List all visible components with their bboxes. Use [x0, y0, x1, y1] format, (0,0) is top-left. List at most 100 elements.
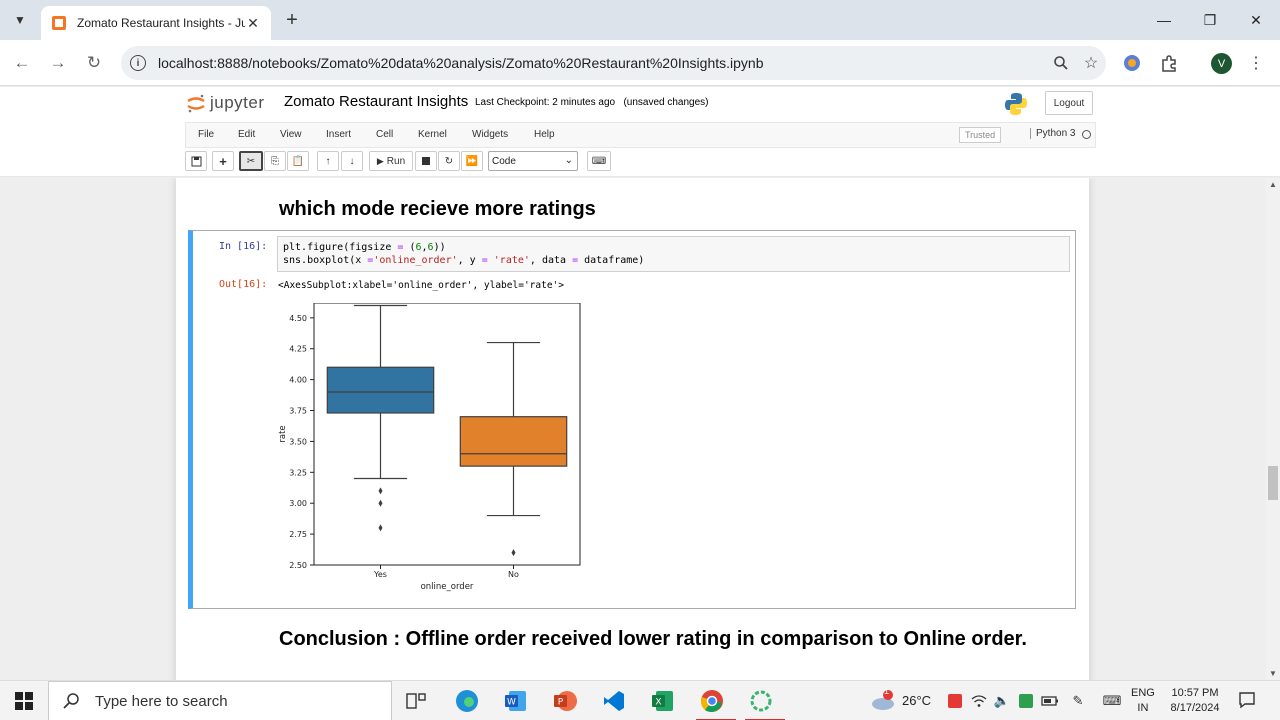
notification-center-icon[interactable]: [1238, 691, 1256, 709]
menubar: File Edit View Insert Cell Kernel Widget…: [185, 122, 1096, 148]
scroll-down-arrow-icon[interactable]: ▼: [1269, 669, 1277, 678]
logout-button[interactable]: Logout: [1045, 91, 1093, 115]
cell-type-select[interactable]: Code ⌄: [488, 151, 578, 171]
edge-browser-icon[interactable]: [451, 685, 483, 717]
code-line-1: plt.figure(figsize = (6,6)): [283, 241, 1064, 254]
antivirus-tray-icon[interactable]: [946, 692, 964, 710]
menu-widgets[interactable]: Widgets: [472, 129, 508, 140]
pen-icon[interactable]: ✎: [1069, 692, 1087, 710]
menu-help[interactable]: Help: [534, 129, 555, 140]
play-icon: ▶: [376, 155, 384, 166]
omnibox[interactable]: i localhost:8888/notebooks/Zomato%20data…: [121, 46, 1106, 80]
restore-window-icon[interactable]: ❐: [1187, 0, 1233, 40]
search-icon: [63, 693, 79, 709]
back-arrow-icon[interactable]: ←: [8, 49, 36, 77]
url-text[interactable]: localhost:8888/notebooks/Zomato%20data%2…: [158, 55, 1046, 71]
minimize-window-icon[interactable]: —: [1141, 0, 1187, 40]
y-tick-label: 4.50: [289, 314, 307, 323]
code-token: (: [403, 242, 416, 253]
input-prompt: In [16]:: [219, 241, 268, 252]
site-info-icon[interactable]: i: [130, 55, 146, 71]
tab-search-chevron-icon[interactable]: ▼: [6, 6, 34, 34]
save-button[interactable]: [185, 151, 207, 171]
menu-edit[interactable]: Edit: [238, 129, 255, 140]
run-button[interactable]: ▶ Run: [369, 151, 413, 171]
volume-icon[interactable]: 🔈: [993, 692, 1011, 710]
boxplot-figure: 2.50 2.75 3.00 3.25 3.50 3.75 4.00 4.25 4.50 Yes N…: [278, 303, 581, 592]
jupyter-logo[interactable]: jupyter: [186, 93, 265, 113]
clock[interactable]: 10:57 PM 8/17/2024: [1168, 686, 1222, 716]
new-tab-icon[interactable]: +: [280, 8, 304, 32]
restart-kernel-button[interactable]: ↻: [438, 151, 460, 171]
copy-icon: ⎘: [271, 155, 279, 167]
menu-file[interactable]: File: [198, 129, 214, 140]
y-tick-label: 3.50: [289, 437, 307, 446]
copy-cells-button[interactable]: ⎘: [264, 151, 286, 171]
notebook-scroll-area[interactable]: which mode recieve more ratings In [16]:…: [0, 178, 1266, 680]
interrupt-kernel-button[interactable]: [415, 151, 437, 171]
jupyter-favicon-icon: [52, 16, 66, 30]
clock-time: 10:57 PM: [1171, 687, 1219, 699]
forward-arrow-icon[interactable]: →: [44, 49, 72, 77]
browser-menu-kebab-icon[interactable]: ⋮: [1244, 51, 1268, 75]
weather-badge: 1: [884, 686, 890, 696]
windows-start-icon[interactable]: [15, 692, 33, 710]
markdown-heading-ratings: which mode recieve more ratings: [279, 198, 596, 220]
search-placeholder: Type here to search: [95, 692, 228, 710]
y-axis-label: rate: [278, 425, 288, 442]
code-editor[interactable]: plt.figure(figsize = (6,6)) sns.boxplot(…: [277, 236, 1070, 272]
trusted-badge[interactable]: Trusted: [959, 127, 1002, 143]
excel-icon[interactable]: X: [647, 685, 679, 717]
profile-avatar[interactable]: V: [1211, 53, 1232, 74]
reload-icon[interactable]: ↻: [80, 49, 108, 77]
fast-forward-icon: ⏩: [465, 155, 479, 167]
menu-view[interactable]: View: [280, 129, 302, 140]
scrollbar-thumb[interactable]: [1268, 466, 1278, 500]
scroll-up-arrow-icon[interactable]: ▲: [1269, 180, 1277, 189]
move-up-button[interactable]: ↑: [317, 151, 339, 171]
bookmark-star-icon[interactable]: ☆: [1076, 48, 1106, 78]
browser-tab-active[interactable]: Zomato Restaurant Insights - Ju ✕: [41, 6, 271, 40]
vscode-icon[interactable]: [598, 685, 630, 717]
svg-text:P: P: [558, 698, 564, 708]
quick-heal-tray-icon[interactable]: [1017, 692, 1035, 710]
loading-app-icon[interactable]: [745, 685, 785, 720]
restart-icon: ↻: [444, 155, 454, 167]
extensions-puzzle-icon[interactable]: [1157, 51, 1181, 75]
box-yes: [326, 366, 435, 414]
menu-insert[interactable]: Insert: [326, 129, 351, 140]
insert-cell-below-button[interactable]: +: [212, 151, 234, 171]
weather-widget[interactable]: 1 26°C: [870, 686, 931, 711]
notebook-title[interactable]: Zomato Restaurant Insights: [284, 93, 468, 110]
markdown-heading-conclusion: Conclusion : Offline order received lowe…: [279, 628, 1027, 650]
language-indicator[interactable]: ENG IN: [1131, 686, 1155, 716]
language-code: ENG: [1131, 687, 1155, 699]
code-token: sns.boxplot(x: [283, 255, 368, 266]
paste-cells-button[interactable]: 📋: [287, 151, 309, 171]
close-window-icon[interactable]: ✕: [1233, 0, 1279, 40]
zoom-icon[interactable]: [1046, 48, 1076, 78]
wifi-icon[interactable]: [970, 692, 988, 710]
unsaved-changes-text: (unsaved changes): [623, 97, 709, 108]
chrome-icon[interactable]: [696, 685, 736, 720]
tab-title: Zomato Restaurant Insights - Ju: [77, 16, 245, 30]
restart-run-all-button[interactable]: ⏩: [461, 151, 483, 171]
task-view-icon[interactable]: [400, 685, 432, 717]
jupyter-logo-text: jupyter: [210, 93, 265, 112]
page-scrollbar[interactable]: ▲ ▼: [1266, 178, 1280, 680]
menu-kernel[interactable]: Kernel: [418, 129, 447, 140]
code-cell-selected[interactable]: In [16]: plt.figure(figsize = (6,6)) sns…: [188, 230, 1076, 609]
move-down-button[interactable]: ↓: [341, 151, 363, 171]
notebook-page: which mode recieve more ratings In [16]:…: [176, 178, 1089, 680]
powerpoint-icon[interactable]: P: [549, 685, 581, 717]
command-palette-button[interactable]: ⌨: [587, 151, 611, 171]
tab-close-icon[interactable]: ✕: [245, 15, 261, 32]
output-prompt: Out[16]:: [219, 279, 268, 290]
taskbar-search-box[interactable]: Type here to search: [48, 681, 392, 720]
cut-cells-button[interactable]: ✂: [239, 151, 263, 171]
word-icon[interactable]: W: [500, 685, 532, 717]
menu-cell[interactable]: Cell: [376, 129, 393, 140]
battery-icon[interactable]: [1041, 692, 1059, 710]
extension-vpn-icon[interactable]: [1120, 51, 1144, 75]
touch-keyboard-icon[interactable]: ⌨: [1100, 692, 1124, 710]
